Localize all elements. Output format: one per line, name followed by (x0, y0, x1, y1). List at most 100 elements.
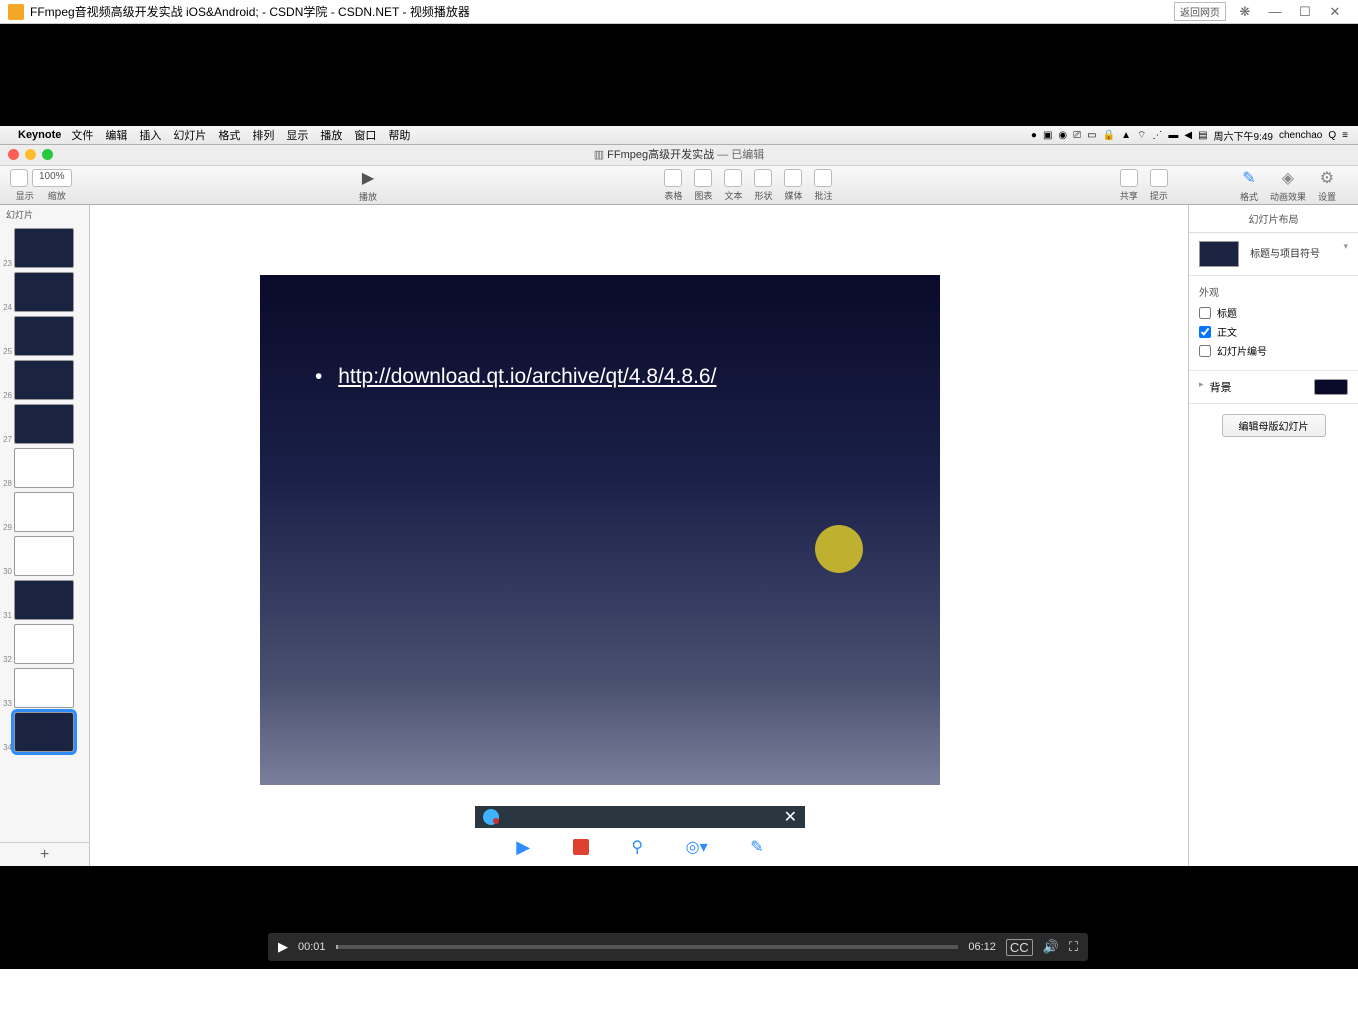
status-battery-icon[interactable]: ▬ (1168, 130, 1178, 141)
menu-file[interactable]: 文件 (71, 127, 93, 143)
slide-bullet[interactable]: • http://download.qt.io/archive/qt/4.8/4… (315, 365, 716, 389)
recorder-titlebar[interactable]: ✕ (475, 806, 805, 828)
maximize-button[interactable]: ☐ (1290, 4, 1320, 20)
share-label: 共享 (1120, 189, 1138, 202)
background-swatch[interactable] (1314, 379, 1348, 395)
recorder-close-button[interactable]: ✕ (784, 807, 797, 827)
menu-slide[interactable]: 幻灯片 (173, 127, 206, 143)
table-button[interactable] (664, 169, 682, 187)
status-wifi-icon[interactable]: ⋰ (1152, 130, 1162, 141)
mac-desktop: Keynote 文件 编辑 插入 幻灯片 格式 排列 显示 播放 窗口 帮助 ●… (0, 126, 1358, 866)
spotlight-icon[interactable]: Q (1328, 130, 1336, 141)
menu-arrange[interactable]: 排列 (252, 127, 274, 143)
cb-number-label: 幻灯片编号 (1217, 343, 1267, 358)
status-screen-icon[interactable]: ⎚ (1073, 130, 1081, 141)
thumbnail-slide[interactable]: 31 (4, 580, 85, 620)
menu-window[interactable]: 窗口 (354, 127, 376, 143)
menu-format[interactable]: 格式 (218, 127, 240, 143)
hint-button[interactable] (1150, 169, 1168, 187)
thumb-number: 23 (2, 259, 12, 268)
thumbnail-slide[interactable]: 27 (4, 404, 85, 444)
menu-play[interactable]: 播放 (320, 127, 342, 143)
edit-master-button[interactable]: 编辑母版幻灯片 (1222, 414, 1326, 437)
traffic-close[interactable] (8, 149, 19, 160)
thumbnail-slide[interactable]: 26 (4, 360, 85, 400)
thumbnail-slide[interactable]: 24 (4, 272, 85, 312)
shape-label: 形状 (754, 189, 772, 202)
menu-edit[interactable]: 编辑 (105, 127, 127, 143)
format-button[interactable]: ✎ (1242, 168, 1255, 188)
slide-canvas[interactable]: • http://download.qt.io/archive/qt/4.8/4… (90, 205, 1188, 866)
close-button[interactable]: ✕ (1320, 4, 1350, 20)
zoom-selector[interactable]: 100% (32, 169, 72, 187)
settings-button[interactable]: ⚙ (1320, 168, 1334, 188)
menubar-time[interactable]: 周六下午9:49 (1214, 128, 1273, 143)
thumb-number: 27 (2, 435, 12, 444)
status-bluetooth-icon[interactable]: ⌔ (1137, 129, 1146, 142)
thumb-number: 31 (2, 611, 12, 620)
add-slide-button[interactable]: + (0, 842, 89, 866)
thumb-preview (14, 536, 74, 576)
recorder-play-button[interactable]: ▶ (516, 837, 530, 858)
player-progress-bar[interactable] (336, 945, 959, 949)
checkbox-title[interactable] (1199, 307, 1211, 319)
chart-button[interactable] (694, 169, 712, 187)
thumb-number: 32 (2, 655, 12, 664)
back-home-button[interactable]: 返回网页 (1174, 2, 1226, 21)
thumbs-header: 幻灯片 (0, 205, 89, 224)
recorder-pen-icon[interactable]: ✎ (750, 837, 763, 857)
comment-button[interactable] (814, 169, 832, 187)
status-flag-icon[interactable]: ▤ (1198, 130, 1207, 141)
thumbnail-slide[interactable]: 23 (4, 228, 85, 268)
status-volume-icon[interactable]: ◀ (1184, 130, 1192, 141)
hamburger-icon[interactable]: ≡ (1342, 130, 1348, 141)
checkbox-number[interactable] (1199, 345, 1211, 357)
thumb-preview (14, 668, 74, 708)
player-current-time: 00:01 (298, 941, 326, 953)
player-fullscreen-button[interactable]: ⛶ (1069, 939, 1078, 955)
text-button[interactable] (724, 169, 742, 187)
traffic-minimize[interactable] (25, 149, 36, 160)
menu-insert[interactable]: 插入 (139, 127, 161, 143)
player-play-button[interactable]: ▶ (278, 939, 288, 955)
background-section[interactable]: ▸ 背景 (1189, 371, 1358, 404)
menubar-user[interactable]: chenchao (1279, 130, 1322, 141)
current-slide[interactable]: • http://download.qt.io/archive/qt/4.8/4… (260, 275, 940, 785)
status-qq-icon[interactable]: ● (1031, 130, 1037, 141)
settings-gear-icon[interactable]: ❋ (1230, 4, 1260, 20)
status-sync-icon[interactable]: ◉ (1058, 130, 1067, 141)
thumbnail-slide[interactable]: 29 (4, 492, 85, 532)
player-cc-button[interactable]: CC (1006, 939, 1033, 956)
status-display-icon[interactable]: ▭ (1087, 130, 1096, 141)
recorder-stop-button[interactable] (573, 839, 589, 855)
thumbnail-slide[interactable]: 28 (4, 448, 85, 488)
appearance-header: 外观 (1199, 284, 1348, 299)
recorder-marker-icon[interactable]: ⚲ (631, 837, 643, 857)
player-volume-button[interactable]: 🔊 (1043, 939, 1059, 955)
menu-help[interactable]: 帮助 (388, 127, 410, 143)
minimize-button[interactable]: — (1260, 4, 1290, 19)
menu-view[interactable]: 显示 (286, 127, 308, 143)
thumbnail-slide[interactable]: 25 (4, 316, 85, 356)
checkbox-body[interactable] (1199, 326, 1211, 338)
status-lock-icon[interactable]: 🔒 (1103, 130, 1115, 141)
play-label: 播放 (359, 190, 377, 203)
inspector-panel: 幻灯片布局 标题与项目符号 ▾ 外观 标题 正文 幻灯片编号 ▸ 背景 (1188, 205, 1358, 866)
view-button[interactable] (10, 169, 28, 187)
play-button[interactable]: ▶ (362, 168, 374, 188)
shape-button[interactable] (754, 169, 772, 187)
thumbnail-slide[interactable]: 32 (4, 624, 85, 664)
status-rec-icon[interactable]: ▣ (1043, 130, 1052, 141)
thumbnail-slide[interactable]: 33 (4, 668, 85, 708)
share-button[interactable] (1120, 169, 1138, 187)
media-button[interactable] (784, 169, 802, 187)
animate-button[interactable]: ◈ (1282, 168, 1294, 188)
status-shield-icon[interactable]: ▲ (1121, 130, 1131, 141)
thumbnail-slide[interactable]: 34 (4, 712, 85, 752)
menubar-app-name[interactable]: Keynote (18, 129, 61, 141)
layout-section[interactable]: 标题与项目符号 ▾ (1189, 233, 1358, 276)
thumbnail-slide[interactable]: 30 (4, 536, 85, 576)
traffic-zoom[interactable] (42, 149, 53, 160)
recorder-webcam-icon[interactable]: ◎▾ (686, 837, 708, 857)
bullet-icon: • (315, 365, 322, 388)
